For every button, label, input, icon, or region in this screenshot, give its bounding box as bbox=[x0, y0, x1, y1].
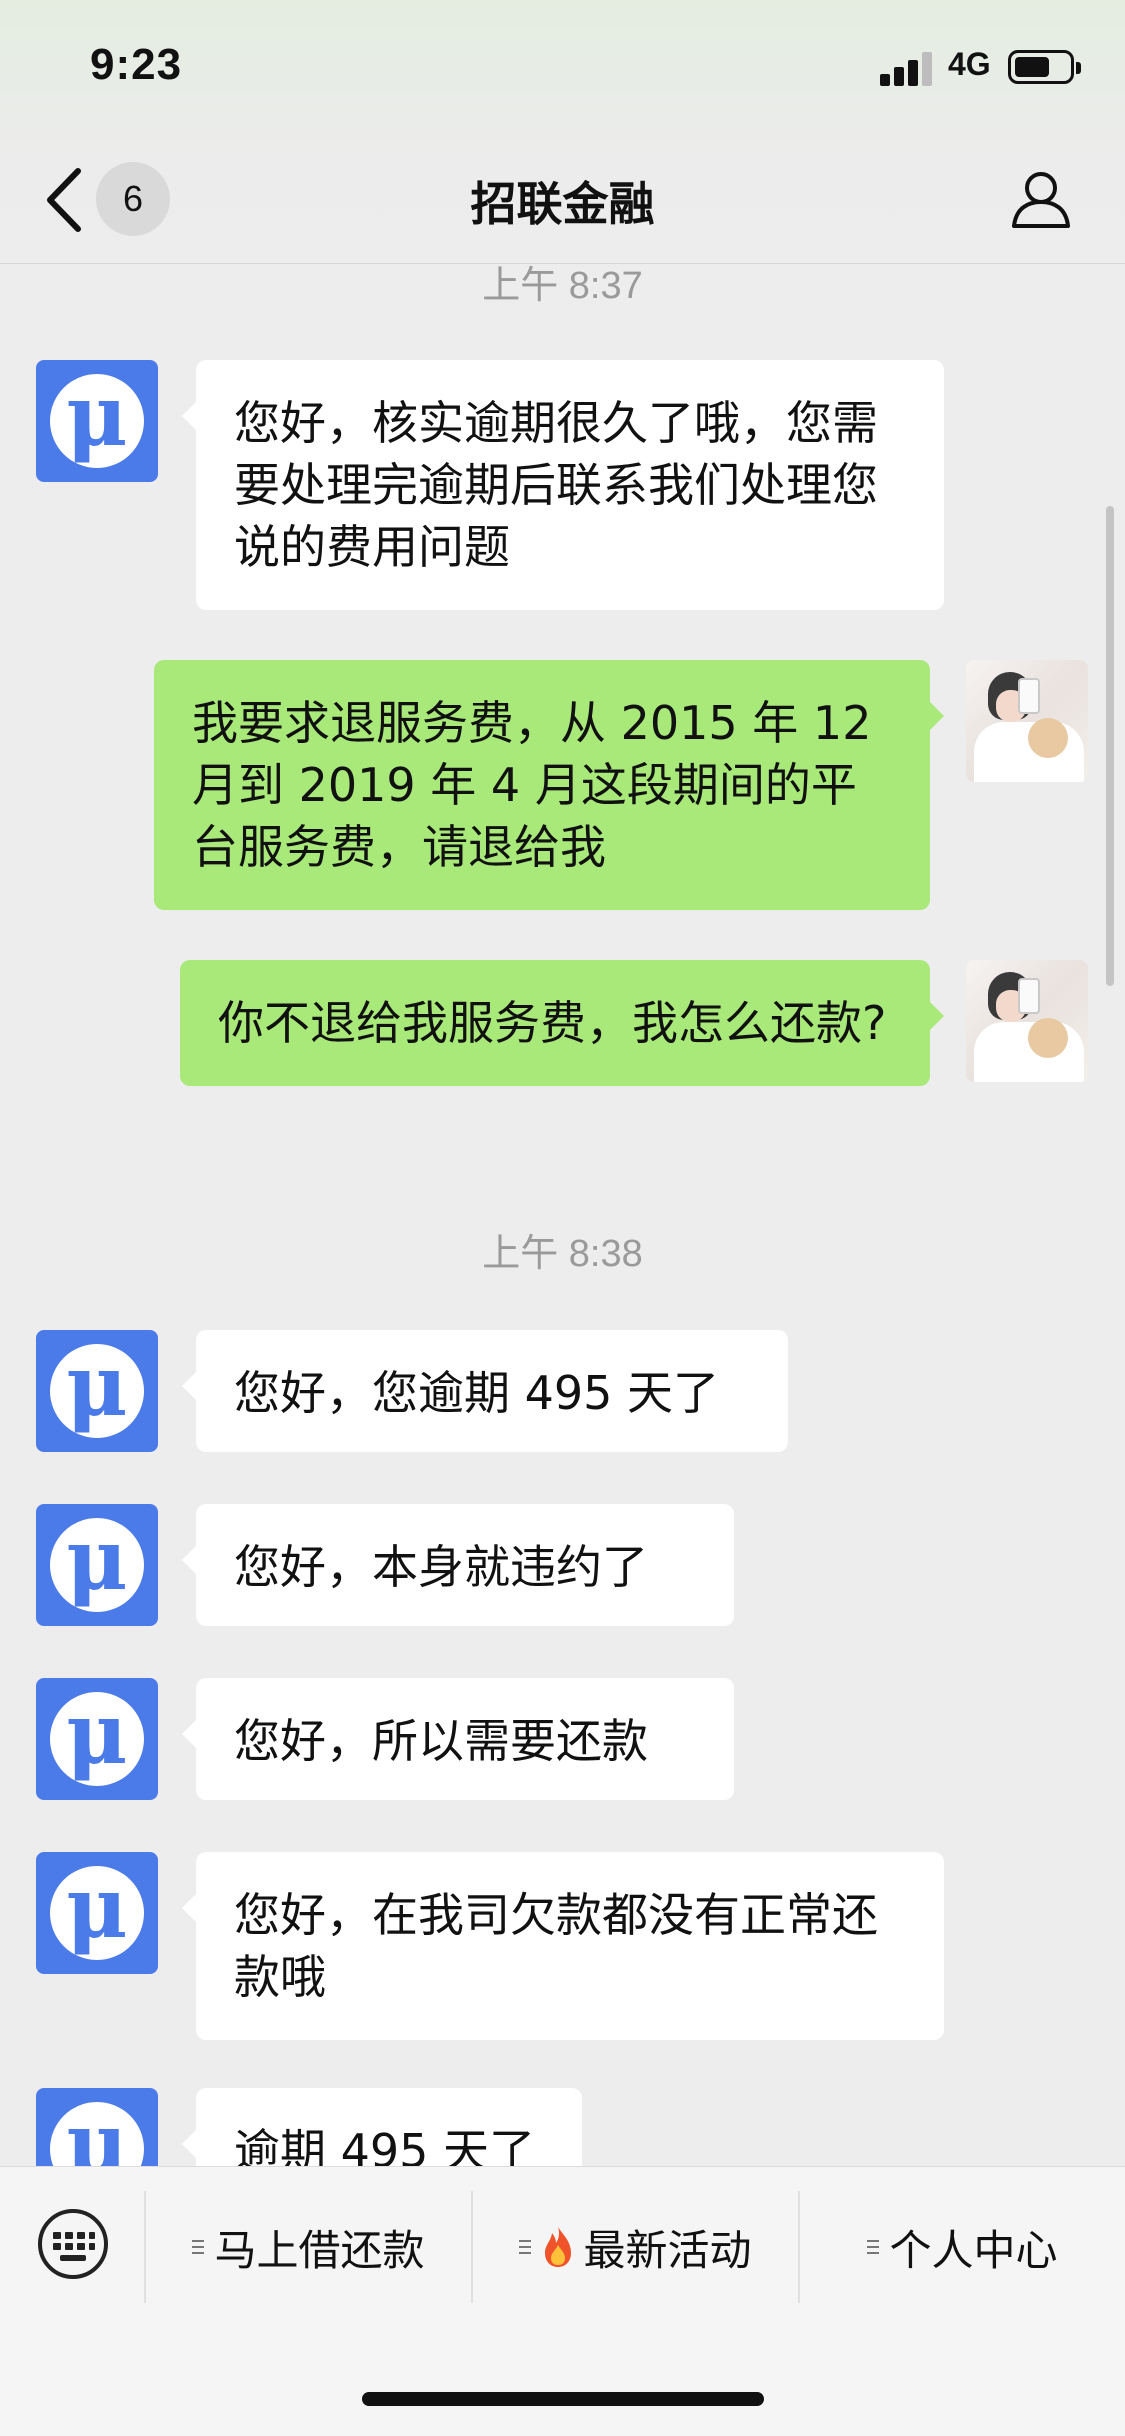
bot-avatar[interactable]: μ bbox=[36, 1852, 158, 1974]
bot-avatar-letter: μ bbox=[66, 1510, 128, 1609]
bot-avatar[interactable]: μ bbox=[36, 1678, 158, 1800]
user-avatar[interactable] bbox=[966, 660, 1088, 782]
message-bubble-received[interactable]: 您好，核实逾期很久了哦，您需要处理完逾期后联系我们处理您说的费用问题 bbox=[182, 360, 944, 610]
battery-icon bbox=[1008, 50, 1081, 84]
timestamp: 上午 8:38 bbox=[482, 1233, 643, 1275]
menu-item-personal-center[interactable]: 个人中心 bbox=[800, 2187, 1125, 2307]
keyboard-icon[interactable] bbox=[36, 2207, 110, 2281]
menu-item-label: 马上借还款 bbox=[214, 2225, 425, 2275]
bot-avatar[interactable]: μ bbox=[36, 1330, 158, 1452]
profile-icon[interactable] bbox=[1010, 168, 1072, 230]
menu-item-borrow-repay[interactable]: 马上借还款 bbox=[146, 2187, 471, 2307]
scrollbar[interactable] bbox=[1106, 506, 1114, 986]
message-bubble-received[interactable]: 您好，在我司欠款都没有正常还款哦 bbox=[182, 1852, 944, 2040]
menu-item-latest-activities[interactable]: 最新活动 bbox=[473, 2187, 798, 2307]
network-label: 4G bbox=[948, 46, 991, 82]
menu-item-label: 个人中心 bbox=[889, 2225, 1058, 2275]
home-indicator[interactable] bbox=[362, 2392, 764, 2406]
status-time: 9:23 bbox=[90, 40, 183, 89]
signal-icon bbox=[880, 50, 936, 86]
message-bubble-received[interactable]: 您好，所以需要还款 bbox=[182, 1678, 734, 1800]
message-bubble-sent[interactable]: 你不退给我服务费，我怎么还款? bbox=[180, 960, 944, 1086]
bot-avatar[interactable]: μ bbox=[36, 360, 158, 482]
bot-avatar-letter: μ bbox=[66, 1336, 128, 1435]
message-bubble-received[interactable]: 您好，您逾期 495 天了 bbox=[182, 1330, 788, 1452]
menu-item-label: 最新活动 bbox=[583, 2225, 752, 2275]
user-avatar[interactable] bbox=[966, 960, 1088, 1082]
menu-lines-icon bbox=[867, 2236, 880, 2258]
message-bubble-received[interactable]: 您好，本身就违约了 bbox=[182, 1504, 734, 1626]
bot-avatar[interactable]: μ bbox=[36, 1504, 158, 1626]
menu-lines-icon bbox=[192, 2236, 205, 2258]
top-bar: 9:23 4G 6 招联金融 bbox=[0, 0, 1125, 264]
bot-avatar-letter: μ bbox=[66, 1858, 128, 1957]
chat-title: 招联金融 bbox=[470, 177, 655, 231]
bot-avatar-letter: μ bbox=[66, 1684, 128, 1783]
message-bubble-sent[interactable]: 我要求退服务费，从 2015 年 12 月到 2019 年 4 月这段期间的平台… bbox=[154, 660, 944, 910]
fire-icon bbox=[545, 2227, 572, 2267]
bot-avatar-letter: μ bbox=[66, 366, 128, 465]
menu-lines-icon bbox=[519, 2236, 532, 2258]
